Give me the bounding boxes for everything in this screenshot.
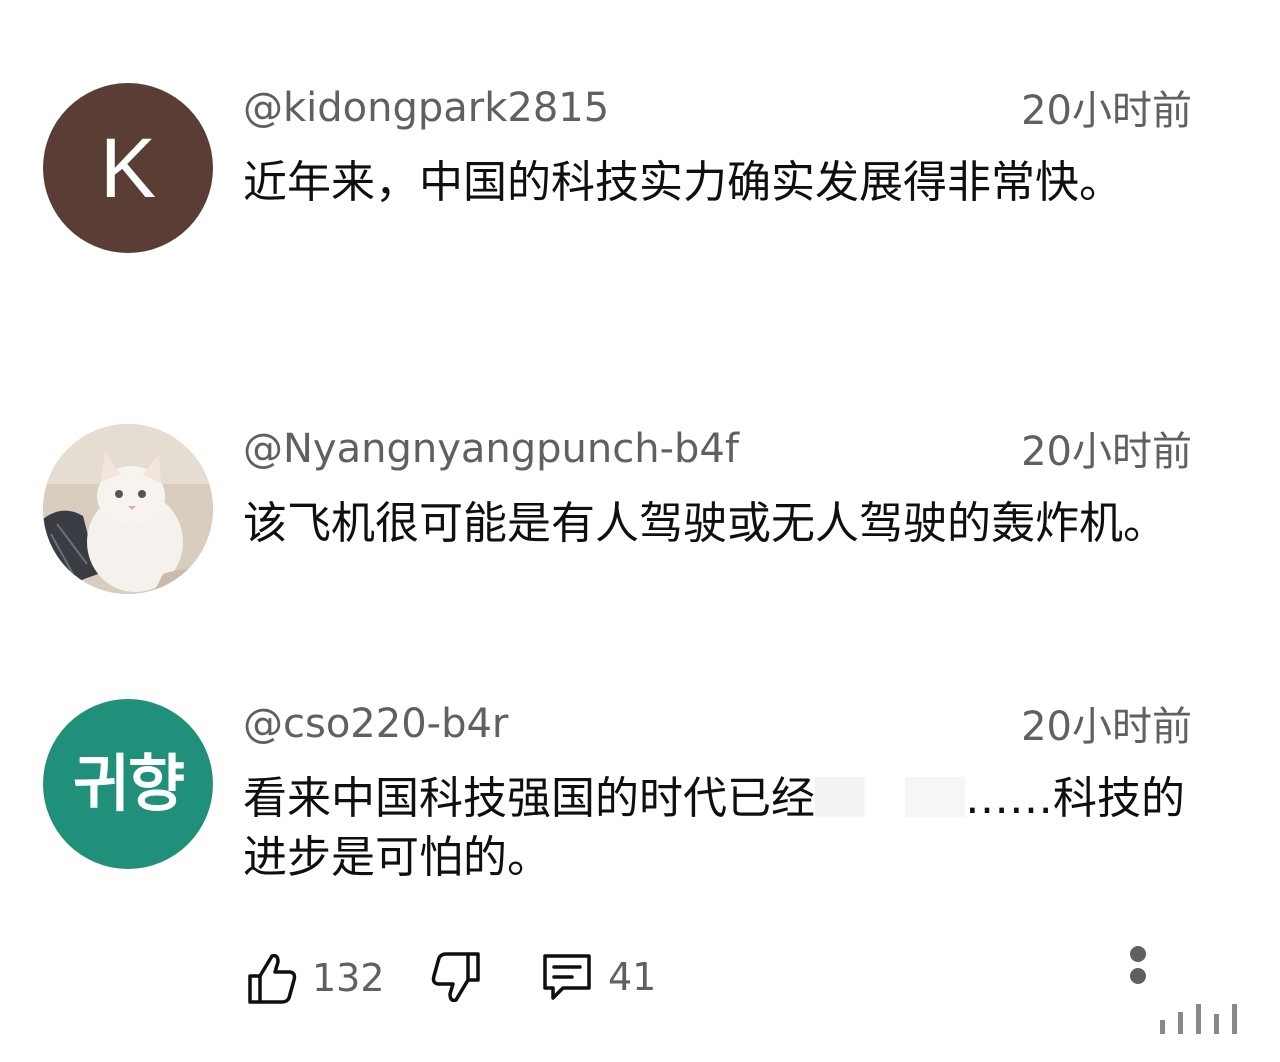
bar <box>1214 1014 1219 1034</box>
bar <box>1160 1020 1165 1034</box>
dot <box>1130 946 1146 962</box>
signal-bars-icon <box>1160 1000 1260 1034</box>
reply-count: 41 <box>608 955 657 999</box>
reply-button[interactable]: 41 <box>540 950 656 1004</box>
comment-timestamp: 20小时前 <box>1021 88 1192 134</box>
comment-text: 近年来，中国的科技实力确实发展得非常快。 <box>243 157 1123 208</box>
more-vertical-icon[interactable] <box>1124 940 1152 1020</box>
comment-timestamp: 20小时前 <box>1021 704 1192 750</box>
bar <box>1232 1004 1237 1034</box>
avatar[interactable]: 귀향 <box>43 699 213 869</box>
dot <box>1130 968 1146 984</box>
avatar-initial: K <box>99 121 157 215</box>
comment-icon <box>543 954 591 1000</box>
comment-text: 该飞机很可能是有人驾驶或无人驾驶的轰炸机。 <box>243 498 1167 549</box>
thumbs-up-icon <box>248 953 297 1004</box>
comment-author[interactable]: @cso220-b4r <box>243 704 508 744</box>
comment-action-bar: 132 41 <box>0 940 1280 1020</box>
redacted-region <box>815 777 965 817</box>
bar <box>1196 1004 1201 1034</box>
avatar[interactable]: K <box>43 83 213 253</box>
cat-photo-avatar <box>43 424 213 594</box>
comment-author[interactable]: @kidongpark2815 <box>243 88 609 128</box>
avatar[interactable] <box>43 424 213 594</box>
thumbs-down-icon <box>431 952 480 1003</box>
comment-timestamp: 20小时前 <box>1021 429 1192 475</box>
bar <box>1178 1012 1183 1034</box>
like-button[interactable]: 132 <box>246 950 385 1006</box>
comment-author[interactable]: @Nyangnyangpunch-b4f <box>243 429 739 469</box>
avatar-initial: 귀향 <box>72 747 185 820</box>
comment-text-part: 看来中国科技强国的时代已经 <box>243 773 815 824</box>
comment-text: 看来中国科技强国的时代已经 ……科技的进步是可怕的。 <box>243 769 1208 887</box>
dislike-button[interactable] <box>430 950 482 1006</box>
like-count: 132 <box>312 956 385 1000</box>
